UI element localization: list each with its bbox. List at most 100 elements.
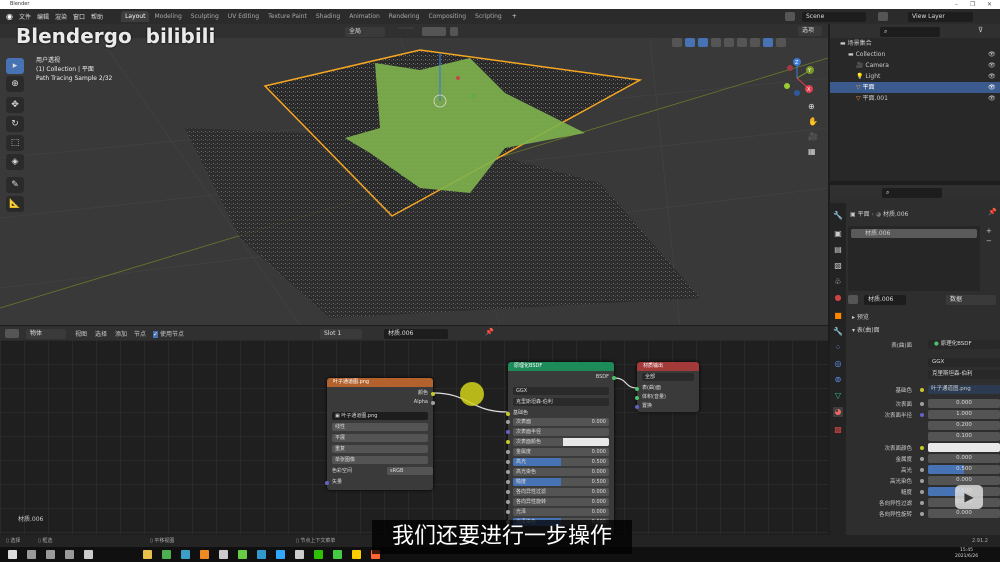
bsdf-input-row[interactable]: 各向异性过滤 0.000: [513, 488, 609, 496]
outliner-search-input[interactable]: ⌕: [880, 27, 940, 37]
socket-dot[interactable]: [920, 512, 924, 516]
zoom-view-icon[interactable]: ⊕: [808, 102, 818, 111]
minimize-button[interactable]: –: [955, 0, 958, 9]
play-icon[interactable]: ▶: [955, 485, 983, 509]
principled-bsdf-node[interactable]: 原理化BSDF BSDF GGX 克里斯坦森-伯利 基础色 次表面 0.000 次表…: [506, 362, 616, 535]
chrome-icon[interactable]: [162, 550, 171, 559]
menu-add[interactable]: 添加: [115, 329, 127, 338]
menu-window[interactable]: 窗口: [73, 12, 85, 21]
remove-slot-button[interactable]: −: [986, 237, 992, 245]
socket-base-color[interactable]: [506, 412, 510, 416]
subsurface-method-dropdown[interactable]: 克里斯坦森-伯利: [928, 370, 1000, 379]
overlay-toggle-icon[interactable]: [698, 38, 708, 47]
view-layer-icon[interactable]: [878, 12, 888, 21]
image-texture-node[interactable]: 叶子通道图.png 颜色 Alpha ▣ 叶子通道图.png 线性 平展 重复 …: [325, 378, 435, 490]
use-nodes-checkbox[interactable]: ✓ 使用节点: [153, 329, 184, 338]
view-object-types-icon[interactable]: [672, 38, 682, 47]
extension-dropdown[interactable]: 重复: [332, 445, 428, 453]
surface-panel-header[interactable]: ▾ 表(曲)面: [852, 325, 880, 334]
add-slot-button[interactable]: +: [986, 227, 992, 235]
outliner-item[interactable]: ▽ 平面.001 👁: [830, 93, 1000, 104]
base-color-texture-field[interactable]: 叶子通道图.png: [928, 385, 1000, 394]
scene-collection-row[interactable]: ▬ 场景集合: [830, 38, 1000, 49]
menu-select[interactable]: 选择: [95, 329, 107, 338]
distribution-dropdown[interactable]: GGX: [928, 358, 1000, 367]
node-editor-canvas[interactable]: 叶子通道图.png 颜色 Alpha ▣ 叶子通道图.png 线性 平展 重复 …: [0, 340, 828, 535]
socket-surface[interactable]: [635, 387, 639, 391]
socket-dot[interactable]: [920, 501, 924, 505]
solid-shading-icon[interactable]: [737, 38, 747, 47]
particles-tab-icon[interactable]: ⁘: [833, 343, 843, 353]
socket-input[interactable]: [506, 510, 510, 514]
gizmo-toggle-icon[interactable]: [685, 38, 695, 47]
link-dropdown[interactable]: 数据: [946, 295, 996, 305]
socket-input[interactable]: [506, 490, 510, 494]
blender-logo-icon[interactable]: ◉: [6, 12, 13, 21]
options-dropdown[interactable]: 选项: [798, 26, 822, 36]
app-icon[interactable]: [333, 550, 342, 559]
menu-render[interactable]: 渲染: [55, 12, 67, 21]
socket-color[interactable]: [431, 392, 435, 396]
navigation-gizmo[interactable]: Z X Y: [780, 56, 820, 96]
socket-displacement[interactable]: [635, 405, 639, 409]
tab-sculpting[interactable]: Sculpting: [187, 11, 223, 22]
property-value-field[interactable]: 0.000: [928, 476, 1000, 485]
3d-viewport[interactable]: ▸ ⊕ ✥ ↻ ⬚ ◈ ✎ 📐 用户透视 (1) Collection | 平面…: [0, 38, 828, 325]
bsdf-input-row[interactable]: 糙度 0.500: [513, 478, 609, 486]
notepad-icon[interactable]: [219, 550, 228, 559]
app-icon[interactable]: [295, 550, 304, 559]
explorer-icon[interactable]: [143, 550, 152, 559]
socket-dot[interactable]: [920, 402, 924, 406]
socket-input[interactable]: [506, 420, 510, 424]
view-layer-field[interactable]: View Layer: [908, 12, 973, 22]
rotate-icon[interactable]: ↻: [6, 116, 24, 132]
tab-layout[interactable]: Layout: [121, 11, 150, 22]
object-mode-dropdown[interactable]: 物体: [26, 329, 66, 339]
render-tab-icon[interactable]: ▣: [833, 229, 843, 239]
property-value-field[interactable]: 0.500: [928, 465, 1000, 474]
eye-icon[interactable]: 👁: [988, 93, 996, 104]
tab-modeling[interactable]: Modeling: [150, 11, 185, 22]
add-workspace-button[interactable]: +: [512, 13, 517, 20]
socket-input[interactable]: [506, 440, 510, 444]
pin-icon[interactable]: 📌: [485, 328, 494, 336]
maximize-button[interactable]: ❐: [970, 0, 975, 9]
bsdf-input-row[interactable]: 金属度 0.000: [513, 448, 609, 456]
property-value-field[interactable]: 0.200: [928, 421, 1000, 430]
pivot-dropdown[interactable]: [398, 27, 414, 29]
tab-animation[interactable]: Animation: [345, 11, 384, 22]
search-icon[interactable]: [27, 550, 36, 559]
app-icon[interactable]: [181, 550, 190, 559]
camera-view-icon[interactable]: 🎥: [808, 132, 818, 141]
bsdf-input-row[interactable]: 次表面半径: [513, 428, 609, 436]
property-value-field[interactable]: 1.000: [928, 410, 1000, 419]
target-dropdown[interactable]: 全部: [642, 373, 694, 381]
colorspace-dropdown[interactable]: sRGB: [387, 467, 433, 475]
eye-icon[interactable]: 👁: [988, 71, 996, 82]
socket-bsdf[interactable]: [612, 376, 616, 380]
socket-dot[interactable]: [920, 413, 924, 417]
editor-type-icon[interactable]: [5, 329, 19, 338]
surface-shader-field[interactable]: ● 原理化BSDF: [928, 340, 1000, 349]
interpolation-dropdown[interactable]: 线性: [332, 423, 428, 431]
clock-date[interactable]: 2021/6/26: [955, 554, 978, 560]
bsdf-input-row[interactable]: 高光染色 0.000: [513, 468, 609, 476]
slot-dropdown[interactable]: Slot 1: [320, 329, 362, 339]
move-icon[interactable]: ✥: [6, 97, 24, 113]
scene-icon[interactable]: [785, 12, 795, 21]
rendered-shading-icon[interactable]: [763, 38, 773, 47]
preview-panel-header[interactable]: ▸ 预览: [852, 312, 869, 321]
eye-icon[interactable]: 👁: [988, 82, 996, 93]
property-value-field[interactable]: [928, 443, 1000, 452]
menu-file[interactable]: 文件: [19, 12, 31, 21]
data-tab-icon[interactable]: ▽: [833, 391, 843, 401]
app-icon[interactable]: [257, 550, 266, 559]
menu-edit[interactable]: 编辑: [37, 12, 49, 21]
tab-texture-paint[interactable]: Texture Paint: [264, 11, 311, 22]
outliner-item[interactable]: ▬ Collection 👁: [830, 49, 1000, 60]
menu-node[interactable]: 节点: [134, 329, 146, 338]
material-tab-icon[interactable]: ◕: [833, 407, 843, 417]
menu-help[interactable]: 帮助: [91, 12, 103, 21]
socket-vector[interactable]: [325, 481, 329, 485]
wireframe-shading-icon[interactable]: [724, 38, 734, 47]
